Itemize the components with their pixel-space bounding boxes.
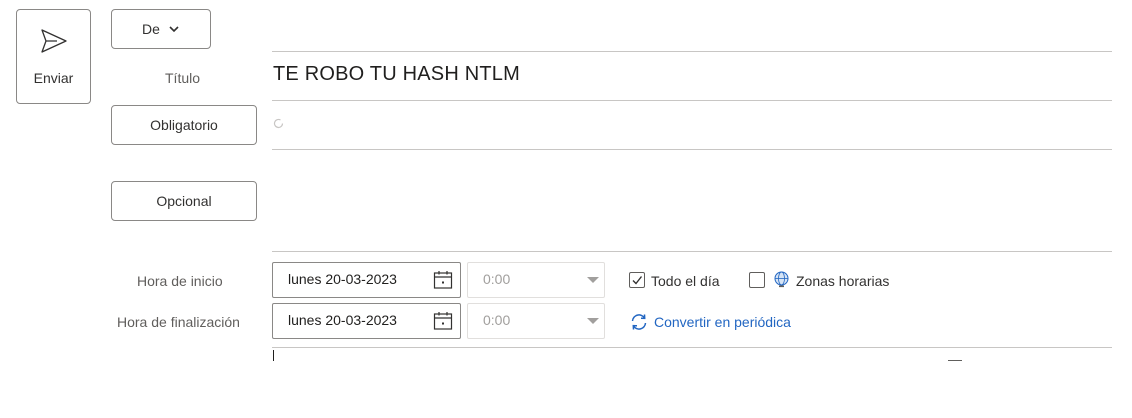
calendar-icon[interactable] xyxy=(433,270,453,290)
all-day-label: Todo el día xyxy=(651,273,720,289)
globe-icon xyxy=(774,271,789,288)
end-time-select[interactable]: 0:00 xyxy=(467,303,605,339)
start-date-picker[interactable]: lunes 20-03-2023 xyxy=(272,262,461,298)
required-attendees-button[interactable]: Obligatorio xyxy=(111,105,257,145)
dropdown-arrow-icon xyxy=(587,277,599,283)
start-time-value: 0:00 xyxy=(483,271,511,287)
checkmark-icon xyxy=(632,276,643,285)
optional-label: Opcional xyxy=(156,193,212,209)
dropdown-arrow-icon xyxy=(587,318,599,324)
end-time-value: 0:00 xyxy=(483,312,511,328)
start-date-value: lunes 20-03-2023 xyxy=(288,271,397,287)
required-attendees-field[interactable] xyxy=(272,149,1112,150)
recurring-icon xyxy=(631,314,647,330)
chevron-down-icon xyxy=(169,26,179,33)
divider xyxy=(272,347,1112,348)
title-underline xyxy=(272,100,1112,101)
from-label: De xyxy=(142,21,160,37)
send-button[interactable]: Enviar xyxy=(16,9,91,104)
calendar-icon[interactable] xyxy=(433,311,453,331)
time-zones-label: Zonas horarias xyxy=(796,273,890,289)
optional-attendees-button[interactable]: Opcional xyxy=(111,181,257,221)
end-date-picker[interactable]: lunes 20-03-2023 xyxy=(272,303,461,339)
required-label: Obligatorio xyxy=(150,117,218,133)
from-dropdown[interactable]: De xyxy=(111,9,211,49)
loading-spinner-icon xyxy=(273,118,284,129)
send-button-label: Enviar xyxy=(33,69,74,86)
optional-attendees-field[interactable] xyxy=(272,251,1112,252)
title-label: Título xyxy=(165,70,201,86)
end-time-label: Hora de finalización xyxy=(117,314,240,330)
time-zones-checkbox[interactable] xyxy=(749,272,765,288)
make-recurring-link[interactable]: Convertir en periódica xyxy=(654,314,791,330)
end-date-value: lunes 20-03-2023 xyxy=(288,312,397,328)
divider xyxy=(272,51,1112,52)
message-body[interactable] xyxy=(273,355,1113,418)
start-time-label: Hora de inicio xyxy=(137,273,223,289)
all-day-checkbox[interactable] xyxy=(629,272,645,288)
send-icon xyxy=(40,28,67,53)
title-input[interactable]: TE ROBO TU HASH NTLM xyxy=(273,63,520,86)
start-time-select[interactable]: 0:00 xyxy=(467,262,605,298)
